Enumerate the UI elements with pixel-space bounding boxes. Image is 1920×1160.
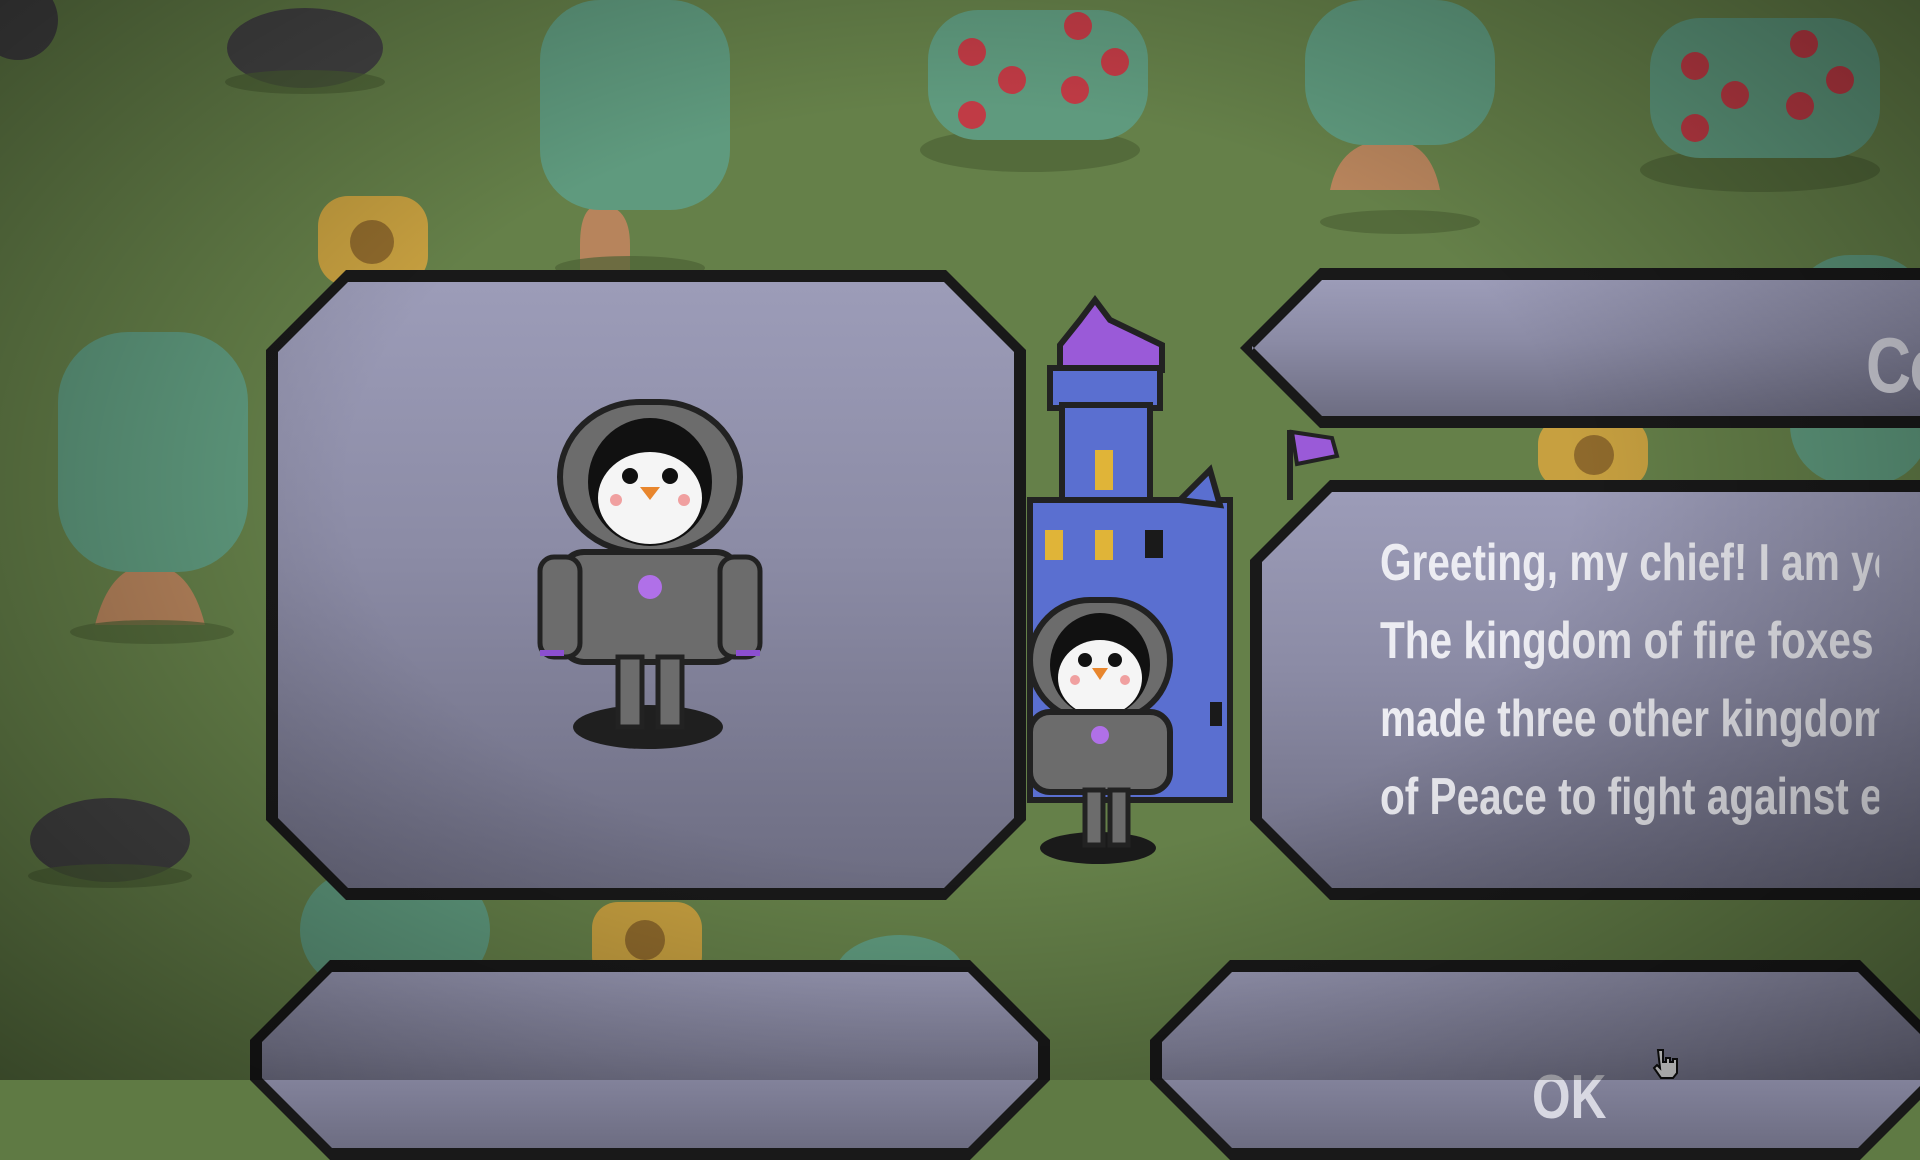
speaker-name: Co [1866, 321, 1910, 409]
speaker-name-panel: Co [1240, 268, 1920, 428]
rock [28, 798, 192, 888]
speaker-panel-background: Co [1252, 280, 1920, 416]
ok-button[interactable]: OK [1150, 960, 1920, 1160]
dialog-line-1: Greeting, my chief! I am you [1380, 534, 1880, 592]
dialog-line-4: of Peace to fight against ea [1380, 768, 1880, 826]
berry-bush [920, 10, 1148, 172]
dialog-text: Greeting, my chief! I am you The kingdom… [1380, 524, 1879, 836]
berry-bush [1640, 18, 1880, 192]
dialog-line-2: The kingdom of fire foxes j [1380, 612, 1880, 670]
dialog-panel-background: Greeting, my chief! I am you The kingdom… [1262, 492, 1920, 888]
secondary-button-panel[interactable] [250, 960, 1050, 1160]
dialog-text-panel: Greeting, my chief! I am you The kingdom… [1250, 480, 1920, 900]
secondary-button-background [262, 972, 1038, 1148]
penguin-astronaut-portrait [278, 282, 1018, 892]
rock [225, 8, 385, 94]
ok-button-label: OK [1532, 1063, 1607, 1132]
ok-button-background: OK [1162, 972, 1920, 1148]
gold-ore [1538, 418, 1648, 488]
hand-pointer-cursor-icon [1652, 1049, 1678, 1079]
portrait-panel [266, 270, 1026, 900]
dialog-line-3: made three other kingdoms [1380, 690, 1880, 748]
portrait-panel-background [278, 282, 1014, 888]
